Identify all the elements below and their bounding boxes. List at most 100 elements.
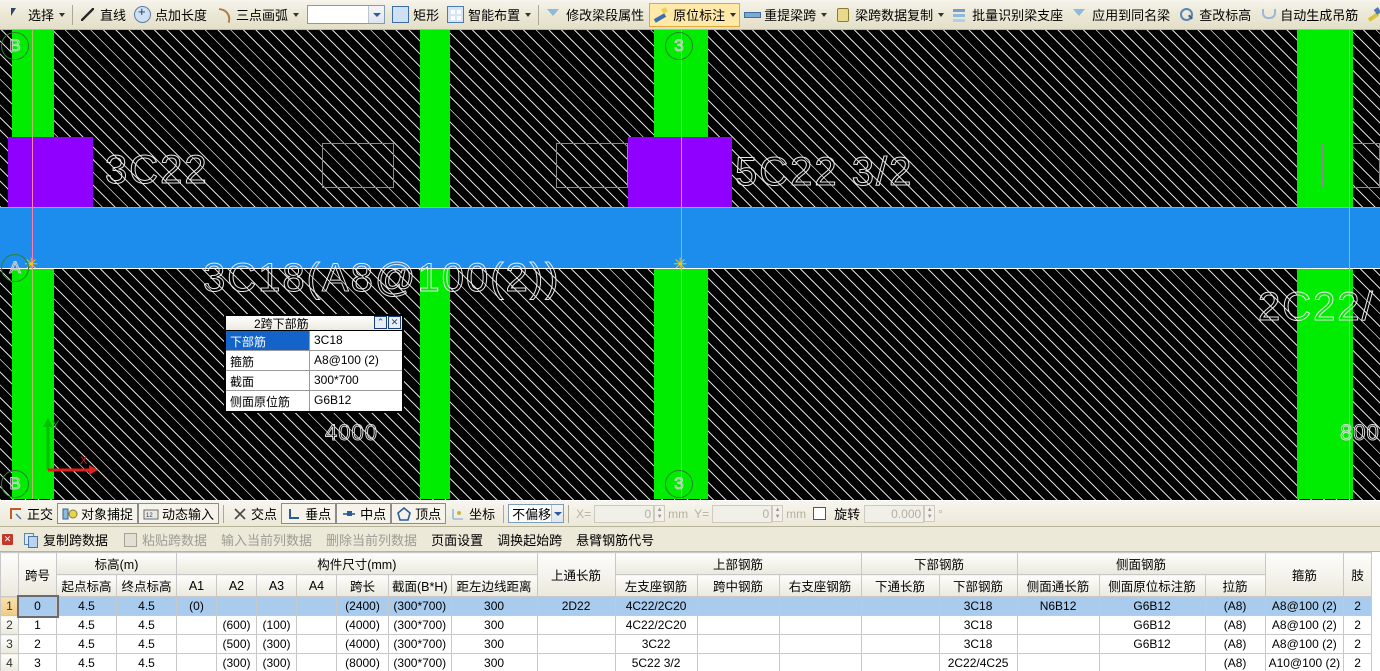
toolbar-beam-data-copy[interactable]: 梁跨数据复制 xyxy=(831,3,948,27)
cell-left-support[interactable]: 4C22/2C20 xyxy=(614,615,698,635)
chevron-down-icon[interactable] xyxy=(821,12,828,17)
span-bottom-rebar-dialog[interactable]: 2跨下部筋 ⌃ ✕ 下部筋 3C18 箍筋 A8@100 (2) 截面 300*… xyxy=(224,314,404,413)
toolbar-select[interactable]: 选择 xyxy=(4,3,69,27)
cell-end-elevation[interactable]: 4.5 xyxy=(116,615,177,635)
cell-span-length[interactable]: (2400) xyxy=(336,596,389,616)
group-top-rebar[interactable]: 上部钢筋 xyxy=(614,552,862,575)
cell-top-through[interactable]: 2D22 xyxy=(536,596,616,616)
page-setup-button[interactable]: 页面设置 xyxy=(424,529,490,550)
col-stirrup[interactable]: 箍筋 xyxy=(1264,552,1345,597)
cell-section-bh[interactable]: (300*700) xyxy=(388,615,452,635)
cell-a1[interactable]: (0) xyxy=(176,596,217,616)
cell-section-bh[interactable]: (300*700) xyxy=(388,653,452,671)
close-icon[interactable]: ✕ xyxy=(388,316,401,329)
cell-bottom-rebar[interactable]: 2C22/4C25 xyxy=(938,653,1018,671)
cell-stirrup[interactable]: A8@100 (2) xyxy=(1264,596,1345,616)
cell-end-elevation[interactable]: 4.5 xyxy=(116,653,177,671)
cell-right-support[interactable] xyxy=(778,615,862,635)
cell-a1[interactable] xyxy=(176,634,217,654)
close-icon[interactable]: ✕ xyxy=(2,533,13,545)
toolbar-line[interactable]: 直线 xyxy=(76,3,131,27)
status-intersection[interactable]: 交点 xyxy=(228,503,281,524)
table-row[interactable]: 1 0 4.5 4.5 (0) (2400) (300*700) 300 2D2… xyxy=(0,594,1373,618)
cell-side-through[interactable] xyxy=(1016,653,1100,671)
chevron-down-icon[interactable] xyxy=(293,12,300,17)
status-object-snap[interactable]: 对象捕捉 xyxy=(57,503,139,524)
cell-a2[interactable] xyxy=(216,596,257,616)
toolbar-check-elevation[interactable]: 查改标高 xyxy=(1175,3,1256,27)
col-legs[interactable]: 肢 xyxy=(1343,552,1373,597)
toolbar-in-place-note[interactable]: 原位标注 xyxy=(649,2,741,27)
toolbar-apply-same-name-beam[interactable]: 应用到同名梁 xyxy=(1068,3,1175,27)
y-offset-input[interactable]: 0 xyxy=(712,504,773,523)
dialog-titlebar[interactable]: 2跨下部筋 ⌃ ✕ xyxy=(226,316,402,331)
col-top-through-rebar[interactable]: 上通长筋 xyxy=(536,552,616,597)
col-side-in-place[interactable]: 侧面原位标注筋 xyxy=(1098,574,1206,597)
dialog-value[interactable]: 3C18 xyxy=(310,331,402,350)
dialog-row[interactable]: 侧面原位筋 G6B12 xyxy=(226,391,402,411)
cell-a3[interactable]: (300) xyxy=(256,634,297,654)
cell-a3[interactable] xyxy=(256,596,297,616)
col-bottom-through[interactable]: 下通长筋 xyxy=(860,574,940,597)
cell-side-in-place[interactable]: G6B12 xyxy=(1098,634,1206,654)
status-perpendicular[interactable]: 垂点 xyxy=(281,503,337,524)
cell-span-length[interactable]: (4000) xyxy=(336,615,389,635)
toolbar-edit-beam-segment[interactable]: 修改梁段属性 xyxy=(542,3,649,27)
cell-mid-span[interactable] xyxy=(696,634,780,654)
toolbar-check-hanger[interactable]: 查改吊筋 xyxy=(1363,3,1380,27)
cell-bottom-rebar[interactable]: 3C18 xyxy=(938,596,1018,616)
cell-tie-rebar[interactable]: (A8) xyxy=(1204,596,1266,616)
cell-span-number[interactable]: 3 xyxy=(18,653,57,671)
cell-bottom-through[interactable] xyxy=(860,596,940,616)
cell-a2[interactable]: (300) xyxy=(216,653,257,671)
cell-a2[interactable]: (500) xyxy=(216,634,257,654)
col-mid-span-rebar[interactable]: 跨中钢筋 xyxy=(696,574,780,597)
cell-bottom-through[interactable] xyxy=(860,653,940,671)
cell-a4[interactable] xyxy=(296,653,337,671)
table-row[interactable]: 2 1 4.5 4.5 (600) (100) (4000) (300*700)… xyxy=(0,615,1373,635)
toolbar-point-add-length[interactable]: 点加长度 xyxy=(131,3,212,27)
dialog-value[interactable]: A8@100 (2) xyxy=(310,351,402,370)
cell-a4[interactable] xyxy=(296,634,337,654)
table-row[interactable]: 3 2 4.5 4.5 (500) (300) (4000) (300*700)… xyxy=(0,634,1373,654)
dialog-value[interactable]: 300*700 xyxy=(310,371,402,390)
cell-dist-left-edge[interactable]: 300 xyxy=(450,634,538,654)
status-coordinate[interactable]: 坐标 xyxy=(446,503,499,524)
y-offset-stepper[interactable]: ▲ ▼ xyxy=(772,505,784,522)
paste-span-data-button[interactable]: 粘贴跨数据 xyxy=(115,529,214,550)
cantilever-rebar-code-button[interactable]: 悬臂钢筋代号 xyxy=(569,529,661,550)
grid-corner[interactable] xyxy=(0,552,19,597)
cell-a4[interactable] xyxy=(296,615,337,635)
group-side-rebar[interactable]: 侧面钢筋 xyxy=(1016,552,1266,575)
status-dynamic-input[interactable]: 12 动态输入 xyxy=(138,503,220,524)
delete-current-column-button[interactable]: 删除当前列数据 xyxy=(319,529,424,550)
x-offset-input[interactable]: 0 xyxy=(594,504,655,523)
cell-mid-span[interactable] xyxy=(696,653,780,671)
cell-bottom-rebar[interactable]: 3C18 xyxy=(938,615,1018,635)
col-span-number[interactable]: 跨号 xyxy=(18,552,57,597)
cell-top-through[interactable] xyxy=(536,634,616,654)
cell-dist-left-edge[interactable]: 300 xyxy=(450,596,538,616)
style-combo[interactable] xyxy=(307,5,386,24)
cell-side-through[interactable]: N6B12 xyxy=(1016,596,1100,616)
group-bottom-rebar[interactable]: 下部钢筋 xyxy=(860,552,1018,575)
cell-tie-rebar[interactable]: (A8) xyxy=(1204,615,1266,635)
toolbar-re-extract-span[interactable]: 重提梁跨 xyxy=(740,3,831,27)
cell-top-through[interactable] xyxy=(536,615,616,635)
cell-a3[interactable]: (100) xyxy=(256,615,297,635)
cell-a1[interactable] xyxy=(176,615,217,635)
cell-left-support[interactable]: 4C22/2C20 xyxy=(614,596,698,616)
combo-button[interactable] xyxy=(551,505,564,522)
col-section-bh[interactable]: 截面(B*H) xyxy=(388,574,452,597)
cell-side-in-place[interactable]: G6B12 xyxy=(1098,596,1206,616)
col-bottom-rebar[interactable]: 下部钢筋 xyxy=(938,574,1018,597)
status-midpoint[interactable]: 中点 xyxy=(336,503,392,524)
col-tie-rebar[interactable]: 拉筋 xyxy=(1204,574,1266,597)
cell-dist-left-edge[interactable]: 300 xyxy=(450,615,538,635)
col-start-elevation[interactable]: 起点标高 xyxy=(56,574,117,597)
swap-start-span-button[interactable]: 调换起始跨 xyxy=(490,529,569,550)
input-current-column-button[interactable]: 输入当前列数据 xyxy=(214,529,319,550)
x-offset-stepper[interactable]: ▲ ▼ xyxy=(654,505,666,522)
cell-legs[interactable]: 2 xyxy=(1343,615,1373,635)
dialog-row[interactable]: 截面 300*700 xyxy=(226,371,402,391)
